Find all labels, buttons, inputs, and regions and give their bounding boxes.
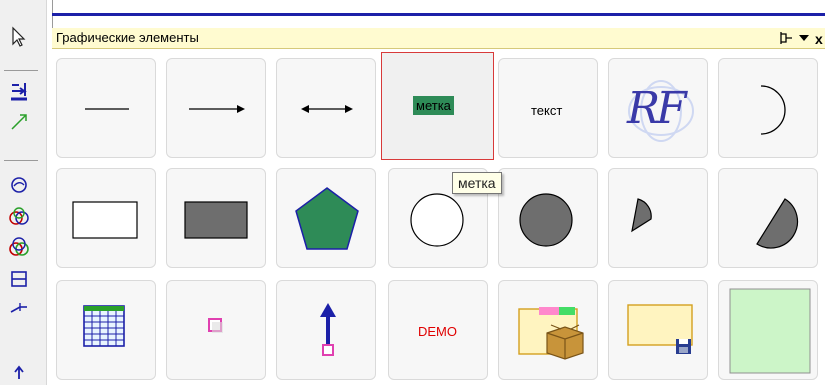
demo-tile[interactable]: DEMO — [388, 280, 488, 380]
toolbar-separator — [4, 70, 38, 71]
pointer-icon[interactable] — [6, 24, 32, 50]
double-arrow-tile[interactable] — [276, 58, 376, 158]
arrow-right-icon — [189, 105, 245, 113]
pin-icon[interactable] — [779, 30, 793, 46]
double-arrow-icon — [301, 105, 353, 113]
text-sample: текст — [531, 103, 563, 118]
close-icon[interactable]: x — [815, 29, 825, 47]
line-tile[interactable] — [56, 58, 156, 158]
left-toolbar — [0, 0, 47, 385]
arc-tile[interactable] — [718, 58, 818, 158]
arrow-line-tile[interactable] — [166, 58, 266, 158]
sector-tile[interactable] — [608, 168, 708, 268]
sector-icon — [631, 198, 652, 233]
filled-rectangle-icon — [184, 201, 248, 239]
arrow-line-icon[interactable] — [6, 108, 32, 134]
top-strip — [52, 0, 825, 28]
frame-tile[interactable] — [608, 280, 708, 380]
union-icon[interactable] — [6, 234, 32, 260]
save-frame-icon — [627, 304, 693, 354]
small-square-icon — [208, 318, 223, 333]
demo-text: DEMO — [418, 324, 457, 339]
link-line-icon[interactable] — [6, 296, 32, 322]
ellipse-tool-icon[interactable] — [6, 172, 32, 198]
filled-ellipse-tile[interactable] — [498, 168, 598, 268]
table-icon — [83, 305, 125, 347]
line-icon — [85, 108, 129, 110]
dropdown-arrow-icon[interactable] — [797, 31, 811, 45]
panel-title: Графические элементы — [56, 30, 199, 45]
panel-title-bar: Графические элементы x — [52, 28, 825, 49]
label-tile[interactable]: метка — [381, 52, 494, 160]
node-tile[interactable] — [166, 280, 266, 380]
blue-line — [52, 13, 825, 16]
package-tile[interactable] — [498, 280, 598, 380]
table-tile[interactable] — [56, 280, 156, 380]
polygon-tile[interactable] — [276, 168, 376, 268]
segment-icon — [756, 198, 799, 249]
segment-tile[interactable] — [718, 168, 818, 268]
split-rect-icon[interactable] — [6, 266, 32, 292]
anchor-arrow-tile[interactable] — [276, 280, 376, 380]
rectangle-icon — [72, 201, 138, 239]
rf-logo-text: RF — [627, 83, 687, 134]
package-icon — [518, 307, 584, 360]
intersect-icon[interactable] — [6, 204, 32, 230]
green-panel-icon — [729, 288, 811, 374]
pentagon-icon — [295, 187, 359, 250]
logo-tile[interactable]: RF — [608, 58, 708, 158]
rectangle-tile[interactable] — [56, 168, 156, 268]
filled-rectangle-tile[interactable] — [166, 168, 266, 268]
arc-icon — [760, 85, 786, 135]
align-bottom-icon[interactable] — [6, 78, 32, 104]
up-arrow-icon[interactable] — [6, 360, 32, 386]
text-tile[interactable]: текст — [498, 58, 598, 158]
filled-circle-icon — [519, 193, 573, 247]
up-arrow-anchor-icon — [320, 303, 336, 356]
label-sample: метка — [413, 96, 454, 115]
tooltip: метка — [452, 172, 502, 194]
toolbar-separator — [4, 160, 38, 161]
green-panel-tile[interactable] — [718, 280, 818, 380]
graphic-elements-panel: Графические элементы x метка текст RF DE… — [52, 28, 825, 385]
